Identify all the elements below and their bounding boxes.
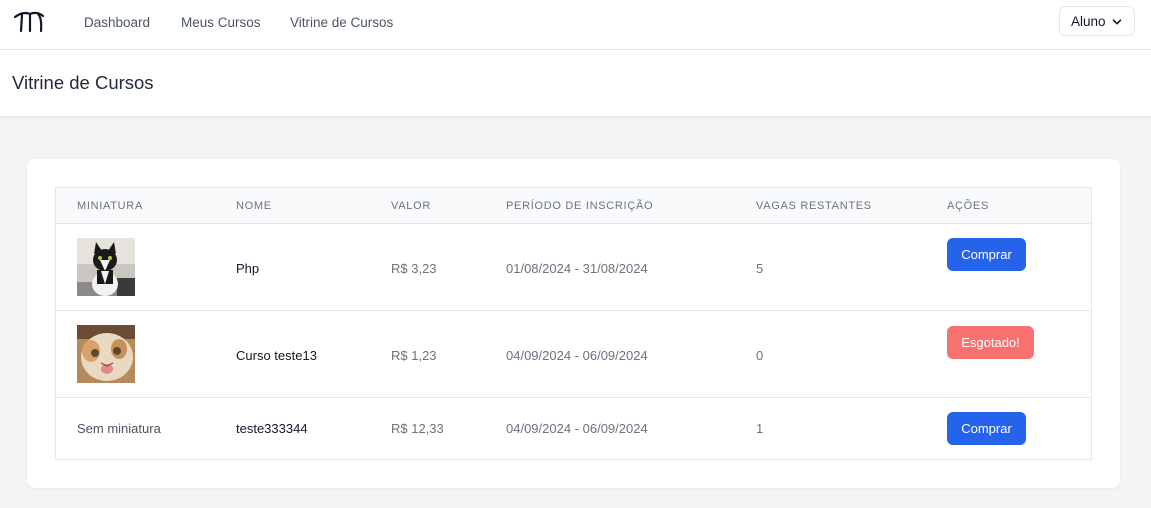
course-period: 04/09/2024 - 06/09/2024	[506, 348, 648, 363]
nav-link-meus-cursos[interactable]: Meus Cursos	[181, 15, 261, 30]
column-header-valor: VALOR	[391, 200, 431, 212]
table-row: Curso teste13 R$ 1,23 04/09/2024 - 06/09…	[56, 310, 1091, 397]
course-name: Curso teste13	[236, 348, 317, 363]
column-header-periodo: PERÍODO DE INSCRIÇÃO	[506, 200, 654, 212]
cat-photo-image	[77, 325, 135, 383]
page-header: Vitrine de Cursos	[0, 50, 1151, 116]
role-select-value: Aluno	[1071, 13, 1106, 29]
course-price: R$ 1,23	[391, 348, 437, 363]
table-header: MINIATURA NOME VALOR PERÍODO DE INSCRIÇÃ…	[56, 188, 1091, 224]
page-title: Vitrine de Cursos	[12, 72, 154, 93]
column-header-acoes: AÇÕES	[947, 200, 990, 212]
courses-table: MINIATURA NOME VALOR PERÍODO DE INSCRIÇÃ…	[55, 187, 1092, 460]
top-navigation: Dashboard Meus Cursos Vitrine de Cursos …	[0, 0, 1151, 50]
course-slots: 5	[756, 261, 764, 276]
course-price: R$ 3,23	[391, 261, 437, 276]
logo-icon[interactable]	[13, 9, 45, 35]
course-thumbnail	[77, 238, 135, 296]
course-thumbnail	[77, 325, 135, 383]
course-period: 01/08/2024 - 31/08/2024	[506, 261, 648, 276]
sold-out-button[interactable]: Esgotado!	[947, 326, 1034, 359]
buy-button[interactable]: Comprar	[947, 238, 1026, 271]
course-period: 04/09/2024 - 06/09/2024	[506, 421, 648, 436]
column-header-vagas: VAGAS RESTANTES	[756, 200, 872, 212]
course-name: teste333344	[236, 421, 308, 436]
course-price: R$ 12,33	[391, 421, 444, 436]
courses-card: MINIATURA NOME VALOR PERÍODO DE INSCRIÇÃ…	[27, 159, 1120, 488]
table-row: Sem miniatura teste333344 R$ 12,33 04/09…	[56, 397, 1091, 459]
no-thumbnail-text: Sem miniatura	[77, 421, 161, 436]
chevron-down-icon	[1112, 19, 1122, 25]
column-header-miniatura: MINIATURA	[77, 200, 143, 212]
table-row: Php R$ 3,23 01/08/2024 - 31/08/2024 5 Co…	[56, 224, 1091, 310]
course-slots: 1	[756, 421, 764, 436]
nav-link-dashboard[interactable]: Dashboard	[84, 15, 150, 30]
course-name: Php	[236, 261, 260, 276]
column-header-nome: NOME	[236, 200, 272, 212]
nav-link-vitrine-de-cursos[interactable]: Vitrine de Cursos	[290, 15, 393, 30]
role-select[interactable]: Aluno	[1059, 6, 1135, 36]
buy-button[interactable]: Comprar	[947, 412, 1026, 445]
cat-photo-image	[77, 238, 135, 296]
course-slots: 0	[756, 348, 764, 363]
